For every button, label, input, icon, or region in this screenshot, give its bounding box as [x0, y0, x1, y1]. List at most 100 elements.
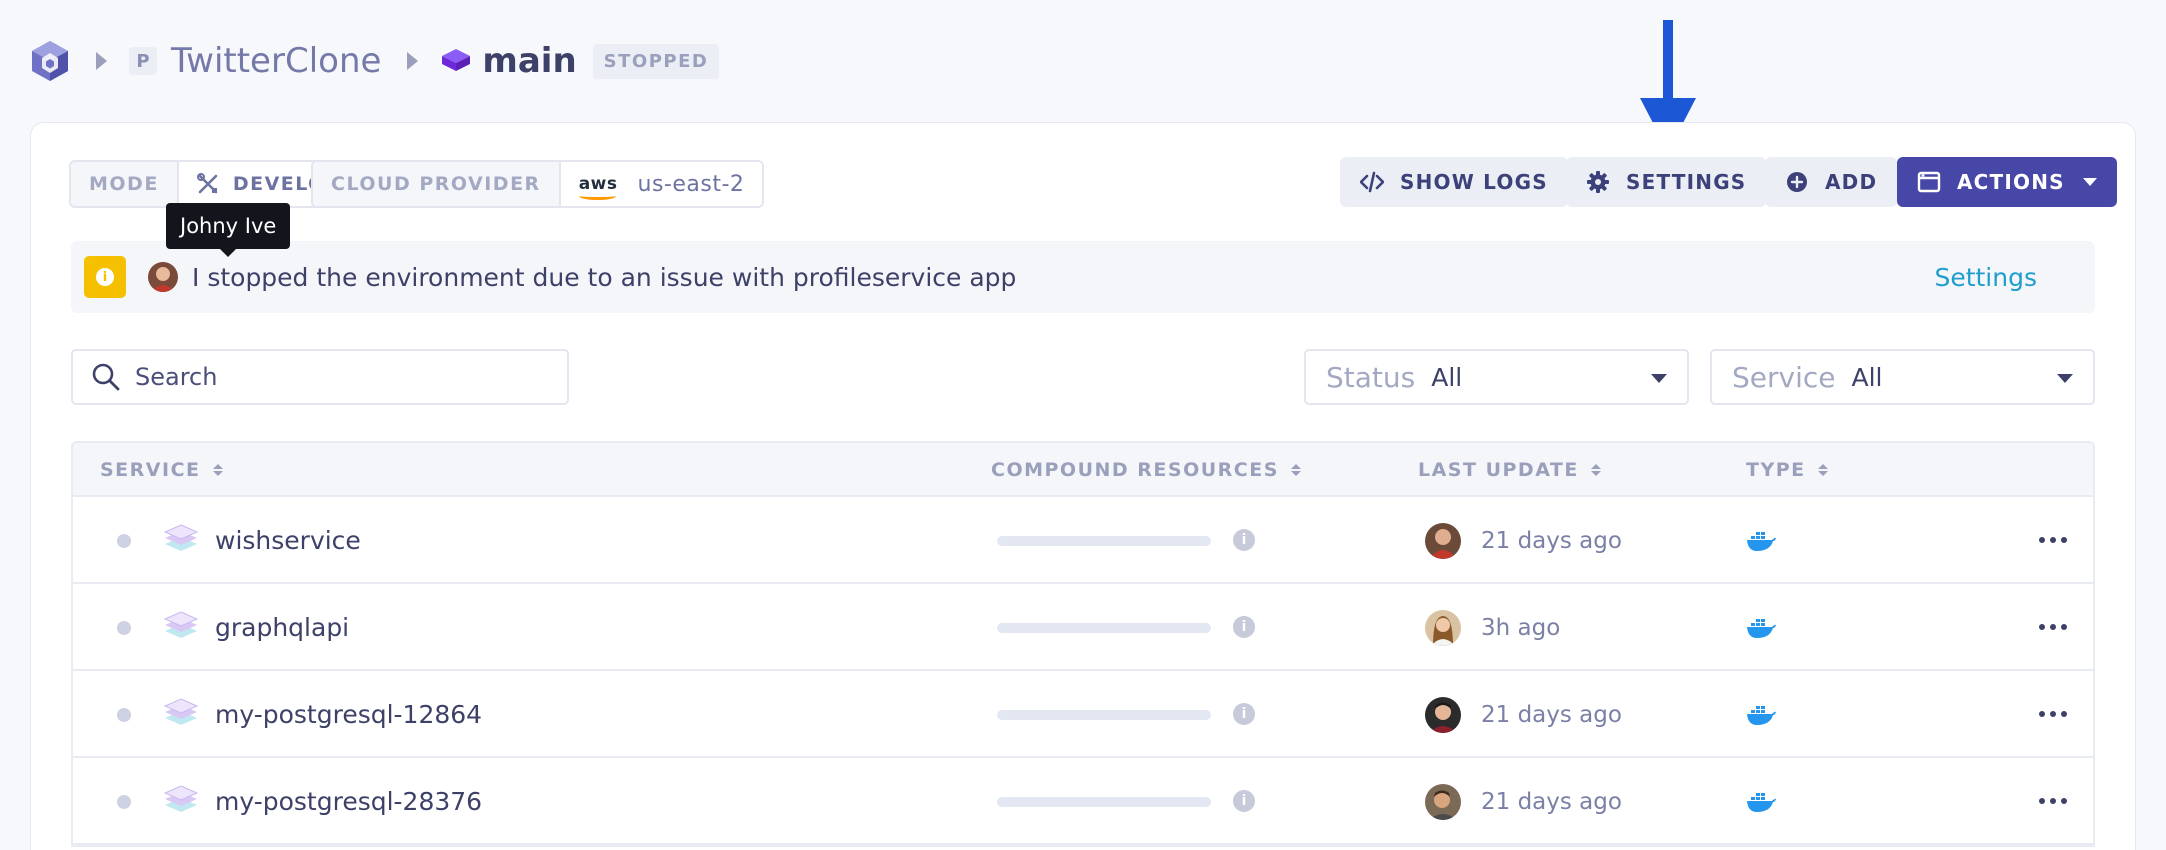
- project-badge: P: [129, 47, 157, 75]
- avatar: [1425, 523, 1461, 559]
- caret-down-icon: [1651, 374, 1667, 383]
- table-header: SERVICE COMPOUND RESOURCES LAST UPDATE T…: [73, 443, 2093, 497]
- avatar: [1425, 610, 1461, 646]
- search-icon: [92, 363, 120, 391]
- actions-label: ACTIONS: [1957, 170, 2065, 194]
- mode-label: MODE: [71, 162, 179, 206]
- status-dot: [117, 621, 131, 635]
- show-logs-label: SHOW LOGS: [1400, 170, 1548, 194]
- service-filter-value: All: [1851, 362, 1883, 392]
- status-dot: [117, 708, 131, 722]
- info-icon: i: [84, 256, 126, 298]
- service-layers-icon: [163, 698, 199, 725]
- resources-bar: [997, 710, 1211, 720]
- docker-icon: [1747, 706, 1776, 725]
- breadcrumb-environment[interactable]: main: [482, 41, 576, 81]
- services-table: SERVICE COMPOUND RESOURCES LAST UPDATE T…: [71, 441, 2095, 847]
- actions-button[interactable]: ACTIONS: [1897, 157, 2117, 207]
- resources-bar: [997, 797, 1211, 807]
- chevron-right-icon: [96, 52, 107, 70]
- last-update: 3h ago: [1481, 614, 1561, 641]
- service-name[interactable]: wishservice: [215, 497, 361, 584]
- service-name[interactable]: graphqlapi: [215, 584, 349, 671]
- status-dot: [117, 795, 131, 809]
- service-filter-label: Service: [1732, 360, 1836, 394]
- plus-circle-icon: [1787, 172, 1807, 192]
- resources-bar: [997, 623, 1211, 633]
- cloud-region: us-east-2: [637, 171, 745, 197]
- avatar: [1425, 697, 1461, 733]
- last-update: 21 days ago: [1481, 527, 1622, 554]
- more-options-icon[interactable]: [2039, 527, 2067, 553]
- service-layers-icon: [163, 611, 199, 638]
- docker-icon: [1747, 793, 1776, 812]
- docker-icon: [1747, 619, 1776, 638]
- last-update: 21 days ago: [1481, 701, 1622, 728]
- column-header-compound-resources[interactable]: COMPOUND RESOURCES: [991, 443, 1301, 497]
- status-dot: [117, 534, 131, 548]
- sort-icon: [1290, 464, 1301, 476]
- cloud-provider-value[interactable]: aws us-east-2: [560, 162, 763, 206]
- status-filter-value: All: [1431, 362, 1463, 392]
- resources-bar: [997, 536, 1211, 546]
- environment-card: MODE DEVELOPMENT CLOUD PROVIDER aws us-e…: [30, 122, 2136, 850]
- cloud-provider-label: CLOUD PROVIDER: [313, 162, 561, 206]
- show-logs-button[interactable]: SHOW LOGS: [1340, 157, 1568, 207]
- table-row[interactable]: my-postgresql-28376 i 21 days ago: [73, 758, 2093, 845]
- column-header-service[interactable]: SERVICE: [100, 443, 223, 497]
- sort-icon: [1817, 464, 1828, 476]
- aws-logo-icon: aws: [578, 173, 618, 200]
- sort-icon: [1590, 464, 1601, 476]
- settings-label: SETTINGS: [1626, 170, 1747, 194]
- table-row[interactable]: wishservice i 21 days ago: [73, 497, 2093, 584]
- docker-icon: [1747, 532, 1776, 551]
- user-tooltip: Johny Ive: [166, 203, 291, 257]
- cloud-provider-selector[interactable]: CLOUD PROVIDER aws us-east-2: [311, 160, 765, 208]
- service-layers-icon: [163, 524, 199, 551]
- notice-settings-link[interactable]: Settings: [1934, 263, 2037, 292]
- more-options-icon[interactable]: [2039, 614, 2067, 640]
- tools-icon: [196, 173, 218, 194]
- info-icon[interactable]: i: [1233, 529, 1255, 551]
- breadcrumb: P TwitterClone main STOPPED: [30, 36, 720, 86]
- code-icon: [1360, 171, 1384, 193]
- service-name[interactable]: my-postgresql-28376: [215, 758, 482, 845]
- settings-button[interactable]: SETTINGS: [1566, 157, 1767, 207]
- column-header-last-update[interactable]: LAST UPDATE: [1418, 443, 1601, 497]
- notice-message: I stopped the environment due to an issu…: [192, 262, 1017, 292]
- last-update: 21 days ago: [1481, 788, 1622, 815]
- notice-bar: i I stopped the environment due to an is…: [71, 241, 2095, 313]
- gear-icon: [1587, 171, 1609, 193]
- sort-icon: [212, 464, 223, 476]
- table-row[interactable]: my-postgresql-12864 i 21 days ago: [73, 671, 2093, 758]
- column-header-label: TYPE: [1746, 459, 1806, 481]
- service-layers-icon: [163, 785, 199, 812]
- status-badge: STOPPED: [592, 43, 720, 79]
- status-filter[interactable]: Status All: [1304, 349, 1689, 405]
- more-options-icon[interactable]: [2039, 701, 2067, 727]
- service-filter[interactable]: Service All: [1710, 349, 2095, 405]
- chevron-right-icon: [407, 52, 419, 70]
- column-header-label: SERVICE: [100, 459, 201, 481]
- environment-icon: [442, 49, 471, 71]
- search-input[interactable]: [135, 363, 535, 391]
- caret-down-icon: [2082, 178, 2097, 186]
- info-icon[interactable]: i: [1233, 703, 1255, 725]
- search-field[interactable]: [71, 349, 569, 405]
- info-icon[interactable]: i: [1233, 616, 1255, 638]
- avatar: [1425, 784, 1461, 820]
- service-name[interactable]: my-postgresql-12864: [215, 671, 482, 758]
- breadcrumb-project[interactable]: TwitterClone: [171, 41, 381, 81]
- table-row[interactable]: graphqlapi i 3h ago: [73, 584, 2093, 671]
- avatar[interactable]: [148, 262, 178, 292]
- caret-down-icon: [2057, 374, 2073, 383]
- add-button[interactable]: ADD: [1765, 157, 1898, 207]
- column-header-type[interactable]: TYPE: [1746, 443, 1828, 497]
- add-label: ADD: [1825, 170, 1878, 194]
- more-options-icon[interactable]: [2039, 788, 2067, 814]
- status-filter-label: Status: [1326, 360, 1416, 394]
- info-icon[interactable]: i: [1233, 790, 1255, 812]
- window-icon: [1917, 171, 1941, 193]
- column-header-label: LAST UPDATE: [1418, 459, 1579, 481]
- app-logo-icon[interactable]: [30, 39, 70, 83]
